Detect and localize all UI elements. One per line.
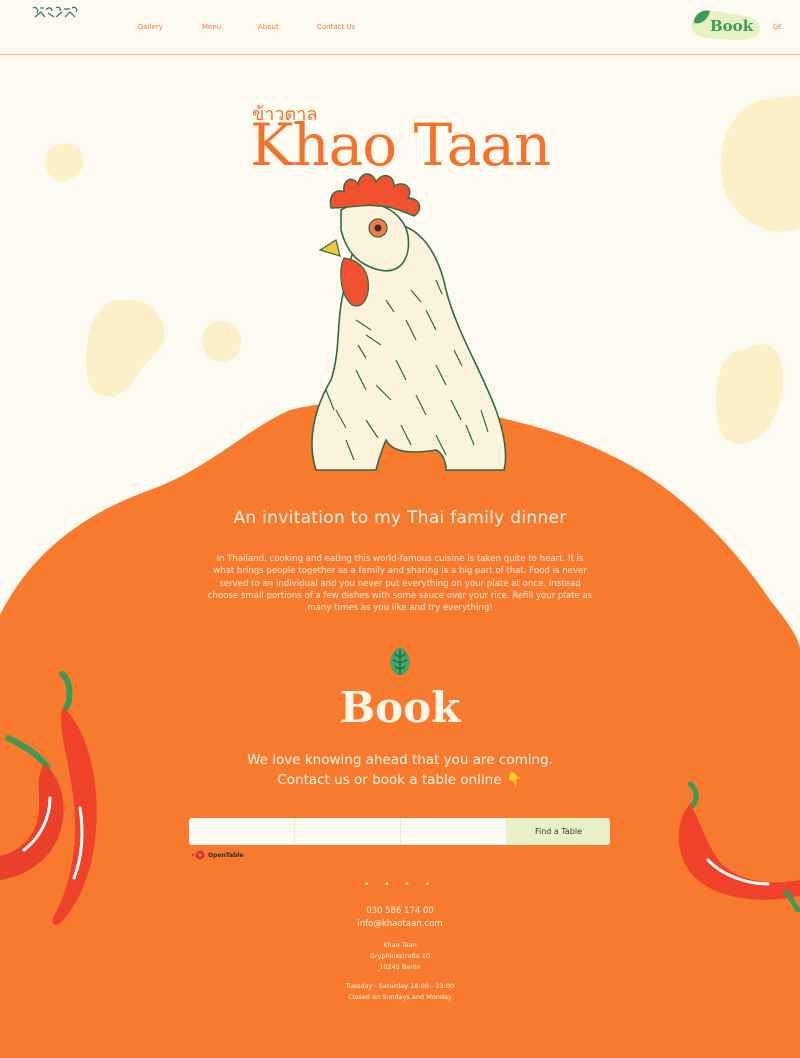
- nav-contact-us[interactable]: Contact Us: [317, 23, 355, 31]
- book-button-label[interactable]: Book: [710, 17, 753, 35]
- nav-menu[interactable]: Menu: [202, 23, 221, 31]
- party-size-select[interactable]: [189, 818, 295, 845]
- booking-form: Find a Table: [189, 818, 610, 845]
- book-heading: Book: [339, 683, 461, 732]
- intro-heading: An invitation to my Thai family dinner: [233, 508, 567, 528]
- opentable-icon: [191, 850, 205, 860]
- nav-gallery[interactable]: Gallery: [138, 23, 163, 31]
- email-address[interactable]: info@khaotaan.com: [0, 919, 800, 929]
- address-line-3: 10245 Berlin: [379, 963, 421, 971]
- nav-about[interactable]: About: [258, 23, 279, 31]
- hours-line-2: Closed on Sundays and Monday: [348, 993, 452, 1001]
- chili-illustration-left: [0, 671, 97, 926]
- intro-paragraph: In Thailand, cooking and eating this wor…: [207, 554, 593, 614]
- rooster-illustration: [311, 173, 507, 471]
- booking-line-1: We love knowing ahead that you are comin…: [247, 752, 553, 768]
- date-select[interactable]: [295, 818, 401, 845]
- address-line-2: Gryphiusstraße 10: [369, 952, 431, 960]
- opentable-label: OpenTable: [208, 851, 244, 859]
- address-line-1: Khao Taan: [383, 941, 417, 949]
- chili-illustration-right: [678, 781, 800, 913]
- top-navigation: Gallery Menu About Contact Us Book DE: [0, 0, 800, 55]
- brand-title: Khao Taan: [250, 111, 551, 179]
- leaf-icon: [390, 647, 410, 675]
- find-a-table-button[interactable]: Find a Table: [507, 818, 610, 845]
- time-select[interactable]: [401, 818, 507, 845]
- language-switch[interactable]: DE: [773, 23, 782, 31]
- opentable-badge[interactable]: OpenTable: [191, 849, 244, 861]
- hours-line-1: Tuesday - Saturday 18:00 - 23:00: [345, 982, 455, 990]
- logo[interactable]: [30, 5, 82, 19]
- page: Gallery Menu About Contact Us Book DE ข้…: [0, 0, 800, 1058]
